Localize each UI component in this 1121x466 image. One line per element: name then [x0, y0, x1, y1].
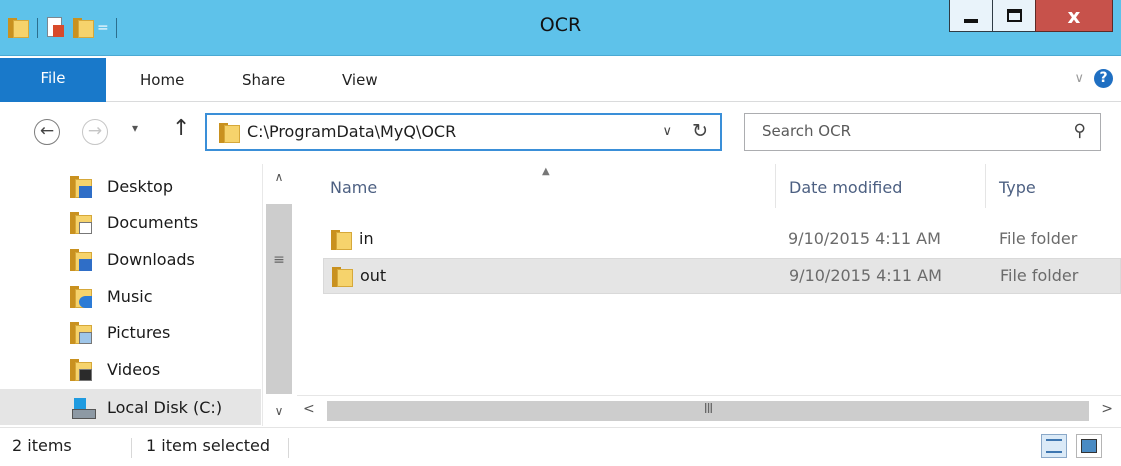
tree-item-label: Local Disk (C:): [107, 397, 223, 417]
tree-item-downloads[interactable]: Downloads: [0, 241, 261, 277]
tab-view[interactable]: View: [342, 71, 378, 89]
tree-item-pictures[interactable]: Pictures: [0, 314, 261, 350]
tree-item-label: Desktop: [107, 176, 173, 196]
downloads-folder-icon: [70, 249, 96, 271]
status-bar: 2 items 1 item selected: [0, 427, 1121, 466]
minimize-icon: [964, 18, 978, 23]
scroll-thumb[interactable]: III: [327, 401, 1089, 421]
tree-item-label: Videos: [107, 359, 161, 379]
sort-ascending-icon: ▲: [542, 166, 550, 177]
large-icons-view-icon: [1081, 439, 1097, 453]
tab-share[interactable]: Share: [242, 71, 285, 89]
file-row[interactable]: out 9/10/2015 4:11 AM File folder: [323, 258, 1121, 294]
tree-item-music[interactable]: Music: [0, 278, 261, 314]
tab-home[interactable]: Home: [140, 71, 184, 89]
refresh-icon[interactable]: ↻: [692, 120, 708, 142]
address-bar[interactable]: C:\ProgramData\MyQ\OCR ∨ ↻: [205, 113, 722, 151]
expand-ribbon-icon[interactable]: ∨: [1074, 71, 1084, 86]
tab-file[interactable]: File: [0, 58, 106, 102]
scroll-thumb[interactable]: [266, 204, 292, 394]
folder-icon: [331, 230, 353, 250]
horizontal-scrollbar[interactable]: < III >: [297, 395, 1121, 426]
folder-icon: [219, 123, 241, 143]
address-dropdown-icon[interactable]: ∨: [662, 124, 672, 139]
search-box[interactable]: Search OCR ⚲: [744, 113, 1101, 151]
folder-icon: [332, 267, 354, 287]
file-date-modified: 9/10/2015 4:11 AM: [788, 229, 941, 248]
scroll-grip-icon: III: [703, 402, 714, 417]
tree-item-label: Music: [107, 286, 153, 306]
file-row[interactable]: in 9/10/2015 4:11 AM File folder: [323, 222, 1121, 258]
ribbon: File Home Share View ∨ ?: [0, 56, 1121, 102]
tree-item-label: Documents: [107, 212, 199, 232]
pictures-folder-icon: [70, 322, 96, 344]
navigation-bar: ← → ▾ ↑ C:\ProgramData\MyQ\OCR ∨ ↻ Searc…: [0, 103, 1121, 163]
videos-folder-icon: [70, 359, 96, 381]
recent-locations-icon[interactable]: ▾: [132, 121, 138, 135]
large-icons-view-button[interactable]: [1076, 434, 1102, 458]
ribbon-right-controls: ∨ ?: [1074, 69, 1113, 88]
forward-button[interactable]: →: [82, 119, 108, 145]
tree-item-label: Downloads: [107, 249, 195, 269]
scroll-left-icon[interactable]: <: [303, 401, 315, 417]
back-button[interactable]: ←: [34, 119, 60, 145]
tree-item-local-disk[interactable]: Local Disk (C:): [0, 389, 261, 425]
music-folder-icon: [70, 286, 96, 308]
window-controls: x: [949, 0, 1113, 34]
scroll-down-icon[interactable]: ∨: [263, 404, 295, 418]
search-icon[interactable]: ⚲: [1074, 121, 1086, 141]
selection-count: 1 item selected: [146, 436, 271, 455]
scroll-grip-icon: ≡: [273, 252, 285, 268]
tree-item-label: Pictures: [107, 322, 171, 342]
details-view-icon: [1046, 439, 1062, 453]
file-type: File folder: [999, 229, 1078, 248]
close-button[interactable]: x: [1035, 0, 1113, 32]
column-header-type[interactable]: Type: [999, 178, 1036, 197]
file-date-modified: 9/10/2015 4:11 AM: [789, 266, 942, 285]
scroll-up-icon[interactable]: ∧: [263, 170, 295, 184]
tree-item-videos[interactable]: Videos: [0, 351, 261, 387]
column-header-name[interactable]: Name: [330, 178, 377, 197]
local-disk-icon: [70, 397, 96, 419]
up-button[interactable]: ↑: [172, 116, 190, 141]
maximize-icon: [1006, 9, 1022, 22]
tree-scrollbar[interactable]: ∧ ≡ ∨: [262, 164, 296, 426]
desktop-folder-icon: [70, 176, 96, 198]
address-path[interactable]: C:\ProgramData\MyQ\OCR: [247, 122, 456, 141]
documents-folder-icon: [70, 212, 96, 234]
details-view-button[interactable]: [1041, 434, 1067, 458]
navigation-pane: Desktop Documents Downloads Music Pictur…: [0, 164, 296, 426]
item-count: 2 items: [12, 436, 72, 455]
file-name: in: [359, 229, 374, 248]
column-headers: ▲ Name Date modified Type: [297, 164, 1121, 210]
title-bar: = OCR x: [0, 0, 1121, 56]
file-list: ▲ Name Date modified Type in 9/10/2015 4…: [297, 164, 1121, 394]
help-icon[interactable]: ?: [1094, 69, 1113, 88]
column-header-date-modified[interactable]: Date modified: [789, 178, 902, 197]
search-input[interactable]: Search OCR: [762, 122, 851, 140]
file-type: File folder: [1000, 266, 1079, 285]
tree-item-desktop[interactable]: Desktop: [0, 168, 261, 204]
minimize-button[interactable]: [949, 0, 993, 32]
tree-item-documents[interactable]: Documents: [0, 204, 261, 240]
scroll-right-icon[interactable]: >: [1101, 401, 1113, 417]
maximize-button[interactable]: [992, 0, 1036, 32]
file-name: out: [360, 266, 387, 285]
